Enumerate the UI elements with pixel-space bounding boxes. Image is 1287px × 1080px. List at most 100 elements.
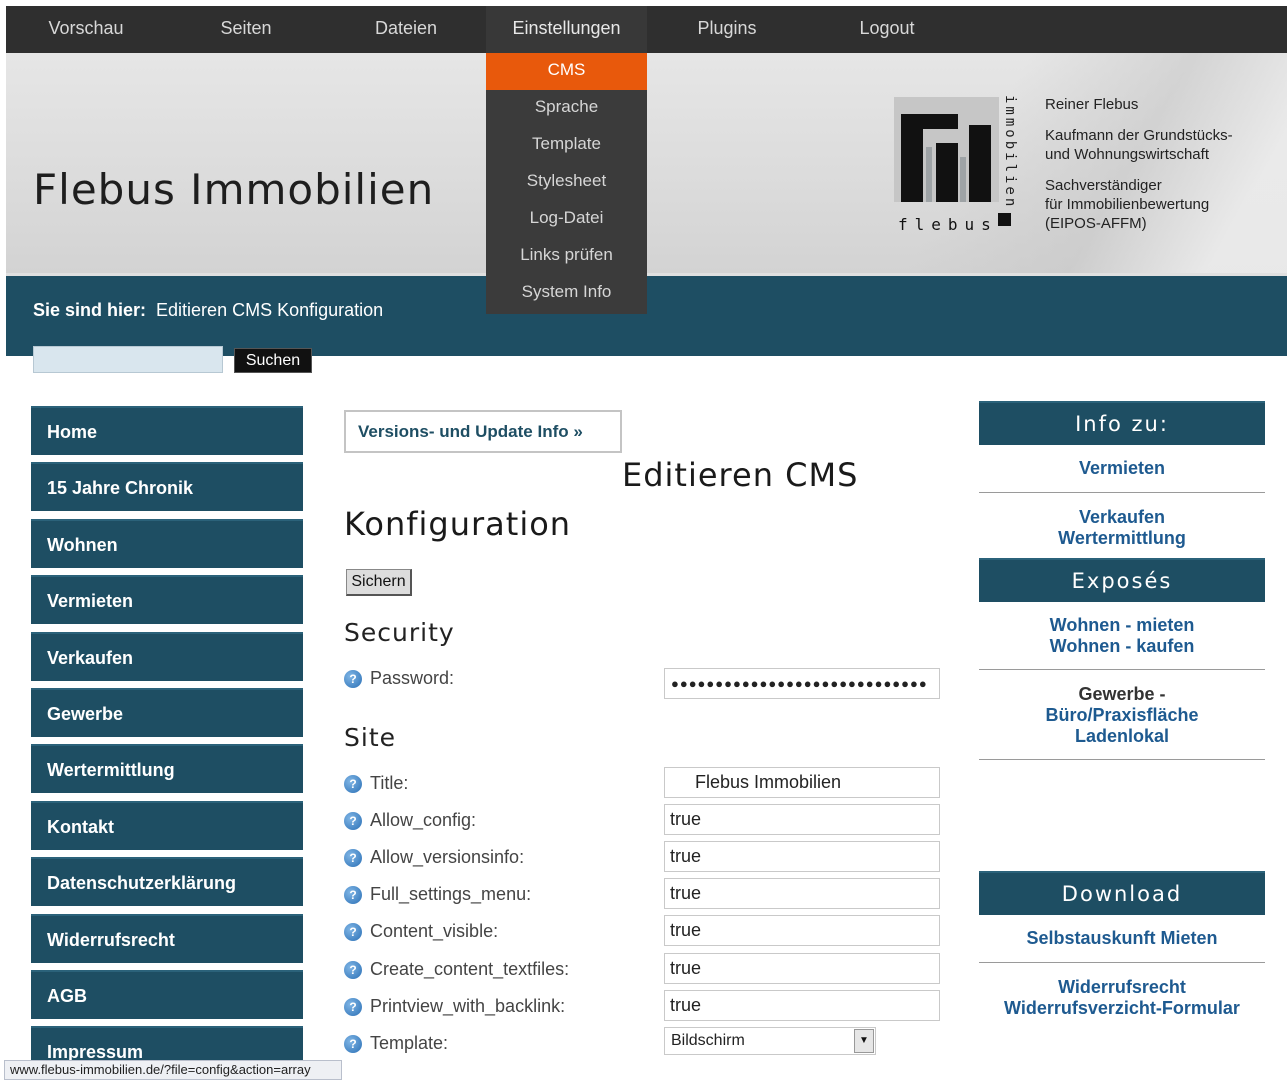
flebus-logo: flebus immobilien bbox=[894, 95, 1024, 237]
info-heading: Info zu: bbox=[979, 401, 1265, 445]
einstellungen-dropdown: CMS Sprache Template Stylesheet Log-Date… bbox=[486, 53, 647, 314]
link-wohnen-kaufen[interactable]: Wohnen - kaufen bbox=[979, 636, 1265, 657]
nav-kontakt[interactable]: Kontakt bbox=[31, 800, 303, 850]
setting-label: Password: bbox=[370, 668, 455, 688]
setting-label: Template: bbox=[370, 1033, 449, 1053]
setting-label: Allow_versionsinfo: bbox=[370, 847, 525, 867]
help-icon[interactable]: ? bbox=[344, 775, 362, 793]
link-widerrufsrecht[interactable]: Widerrufsrecht bbox=[979, 977, 1265, 998]
nav-widerrufsrecht[interactable]: Widerrufsrecht bbox=[31, 913, 303, 963]
nav-datenschutz[interactable]: Datenschutzerklärung bbox=[31, 857, 303, 907]
nav-home[interactable]: Home bbox=[31, 406, 303, 455]
menu-logout[interactable]: Logout bbox=[807, 6, 967, 53]
nav-wertermittlung[interactable]: Wertermittlung bbox=[31, 744, 303, 794]
menu-seiten[interactable]: Seiten bbox=[166, 6, 326, 53]
gewerbe-label: Gewerbe - bbox=[1078, 684, 1166, 704]
help-icon[interactable]: ? bbox=[344, 961, 362, 979]
setting-row-printview-with-backlink: ? Printview_with_backlink: true bbox=[344, 990, 944, 1028]
dropdown-item-sprache[interactable]: Sprache bbox=[486, 90, 647, 127]
owner-name: Reiner Flebus bbox=[1045, 96, 1139, 113]
setting-label: Create_content_textfiles: bbox=[370, 959, 570, 979]
dropdown-item-system-info[interactable]: System Info bbox=[486, 275, 647, 312]
menu-vorschau[interactable]: Vorschau bbox=[6, 6, 166, 53]
logo-wordmark-immobilien: immobilien bbox=[1002, 95, 1018, 210]
allow-config-field[interactable]: true bbox=[664, 804, 940, 835]
setting-row-create-content-textfiles: ? Create_content_textfiles: true bbox=[344, 953, 944, 991]
help-icon[interactable]: ? bbox=[344, 1035, 362, 1053]
setting-label: Allow_config: bbox=[370, 810, 477, 830]
breadcrumb-prefix: Sie sind hier: bbox=[33, 300, 147, 320]
setting-row-template: ? Template: Bildschirm ▼ bbox=[344, 1027, 944, 1065]
save-button[interactable]: Sichern bbox=[346, 569, 412, 596]
browser-status-bar: www.flebus-immobilien.de/?file=config&ac… bbox=[4, 1060, 342, 1080]
right-sidebar: Info zu: Vermieten Verkaufen Wertermittl… bbox=[979, 401, 1265, 1019]
link-verkaufen[interactable]: Verkaufen bbox=[979, 507, 1265, 528]
dropdown-item-log-datei[interactable]: Log-Datei bbox=[486, 201, 647, 238]
version-info-button[interactable]: Versions- und Update Info » bbox=[344, 410, 622, 453]
nav-vermieten[interactable]: Vermieten bbox=[31, 575, 303, 625]
setting-label: Full_settings_menu: bbox=[370, 884, 532, 904]
help-icon[interactable]: ? bbox=[344, 998, 362, 1016]
owner-role-line: Kaufmann der Grundstücks- bbox=[1045, 127, 1233, 144]
link-widerrufsverzicht-formular[interactable]: Widerrufsverzicht-Formular bbox=[979, 998, 1265, 1019]
help-icon[interactable]: ? bbox=[344, 849, 362, 867]
setting-row-content-visible: ? Content_visible: true bbox=[344, 915, 944, 953]
site-title: Flebus Immobilien bbox=[33, 165, 435, 214]
link-buero-praxisflaeche[interactable]: Büro/Praxisfläche bbox=[979, 705, 1265, 726]
admin-menu-bar: Vorschau Seiten Dateien Einstellungen Pl… bbox=[6, 6, 1287, 53]
nav-chronik[interactable]: 15 Jahre Chronik bbox=[31, 462, 303, 512]
page-title-line-1: Editieren CMS bbox=[622, 456, 859, 494]
owner-role-line: für Immobilienbewertung bbox=[1045, 196, 1210, 213]
printview-with-backlink-field[interactable]: true bbox=[664, 990, 940, 1021]
setting-row-allow-config: ? Allow_config: true bbox=[344, 804, 944, 842]
owner-info: Reiner Flebus Kaufmann der Grundstücks-u… bbox=[1045, 95, 1233, 245]
chevron-down-icon[interactable]: ▼ bbox=[854, 1029, 874, 1053]
nav-verkaufen[interactable]: Verkaufen bbox=[31, 631, 303, 681]
breadcrumb-current: Editieren CMS Konfiguration bbox=[156, 300, 384, 320]
setting-row-full-settings-menu: ? Full_settings_menu: true bbox=[344, 878, 944, 916]
template-select-value: Bildschirm bbox=[671, 1032, 745, 1049]
help-icon[interactable]: ? bbox=[344, 886, 362, 904]
link-vermieten[interactable]: Vermieten bbox=[979, 458, 1265, 479]
setting-label: Content_visible: bbox=[370, 921, 499, 941]
section-site-heading: Site bbox=[344, 723, 396, 752]
setting-label: Title: bbox=[370, 773, 409, 793]
title-field[interactable]: Flebus Immobilien bbox=[664, 767, 940, 798]
dropdown-item-stylesheet[interactable]: Stylesheet bbox=[486, 164, 647, 201]
logo-wordmark-flebus: flebus bbox=[898, 215, 998, 234]
setting-label: Printview_with_backlink: bbox=[370, 996, 566, 1016]
download-heading: Download bbox=[979, 871, 1265, 915]
owner-role-line: Sachverständiger bbox=[1045, 177, 1162, 194]
menu-plugins[interactable]: Plugins bbox=[647, 6, 807, 53]
template-select[interactable]: Bildschirm ▼ bbox=[664, 1027, 876, 1055]
help-icon[interactable]: ? bbox=[344, 923, 362, 941]
dropdown-item-links-pruefen[interactable]: Links prüfen bbox=[486, 238, 647, 275]
link-ladenlokal[interactable]: Ladenlokal bbox=[979, 726, 1265, 747]
help-icon[interactable]: ? bbox=[344, 670, 362, 688]
help-icon[interactable]: ? bbox=[344, 812, 362, 830]
allow-versionsinfo-field[interactable]: true bbox=[664, 841, 940, 872]
nav-agb[interactable]: AGB bbox=[31, 969, 303, 1019]
dropdown-item-template[interactable]: Template bbox=[486, 127, 647, 164]
nav-gewerbe[interactable]: Gewerbe bbox=[31, 687, 303, 737]
section-security-heading: Security bbox=[344, 618, 455, 647]
exposes-heading: Exposés bbox=[979, 558, 1265, 602]
setting-row-allow-versionsinfo: ? Allow_versionsinfo: true bbox=[344, 841, 944, 879]
link-wertermittlung[interactable]: Wertermittlung bbox=[979, 528, 1265, 549]
menu-einstellungen[interactable]: Einstellungen bbox=[486, 6, 647, 53]
breadcrumb: Sie sind hier: Editieren CMS Konfiguratio… bbox=[33, 300, 383, 321]
nav-wohnen[interactable]: Wohnen bbox=[31, 518, 303, 568]
full-settings-menu-field[interactable]: true bbox=[664, 878, 940, 909]
search-input[interactable] bbox=[33, 346, 223, 373]
content-visible-field[interactable]: true bbox=[664, 915, 940, 946]
owner-role-line: (EIPOS-AFFM) bbox=[1045, 215, 1147, 232]
link-selbstauskunft-mieten[interactable]: Selbstauskunft Mieten bbox=[979, 928, 1265, 949]
owner-role-line: und Wohnungswirtschaft bbox=[1045, 146, 1209, 163]
menu-dateien[interactable]: Dateien bbox=[326, 6, 486, 53]
create-content-textfiles-field[interactable]: true bbox=[664, 953, 940, 984]
password-field[interactable]: ●●●●●●●●●●●●●●●●●●●●●●●●●●●●● bbox=[664, 668, 940, 699]
link-wohnen-mieten[interactable]: Wohnen - mieten bbox=[979, 615, 1265, 636]
search-button[interactable]: Suchen bbox=[234, 348, 312, 373]
dropdown-item-cms[interactable]: CMS bbox=[486, 53, 647, 90]
setting-row-password: ? Password: ●●●●●●●●●●●●●●●●●●●●●●●●●●●●… bbox=[344, 668, 944, 700]
